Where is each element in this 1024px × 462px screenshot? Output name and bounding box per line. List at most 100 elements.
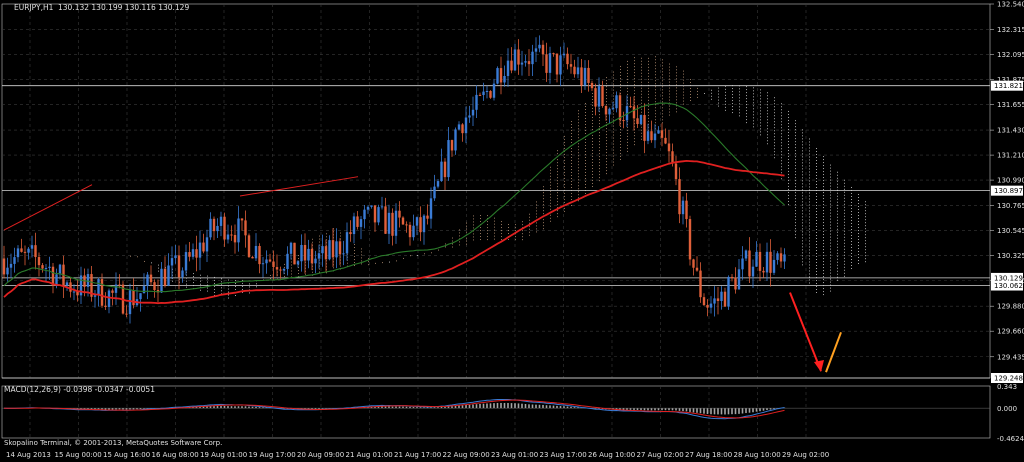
cloud-dot — [648, 75, 649, 77]
cloud-dot — [809, 243, 810, 245]
cloud-dot — [620, 89, 621, 91]
cloud-dot — [641, 138, 642, 140]
candle-body — [685, 200, 688, 220]
candle-body — [314, 258, 317, 264]
cloud-dot — [844, 257, 845, 259]
cloud-dot — [578, 128, 579, 130]
candle-body — [650, 131, 653, 141]
cloud-dot — [557, 168, 558, 170]
cloud-dot — [571, 181, 572, 183]
cloud-dot — [186, 286, 187, 288]
cloud-dot — [515, 236, 516, 238]
cloud-dot — [641, 81, 642, 83]
cloud-dot — [578, 146, 579, 148]
cloud-dot — [564, 198, 565, 200]
candle-body — [286, 253, 289, 269]
candle-body — [485, 90, 489, 92]
cloud-dot — [445, 246, 446, 248]
candle-body — [555, 53, 559, 75]
cloud-dot — [802, 240, 803, 242]
cloud-dot — [676, 93, 677, 95]
cloud-dot — [795, 132, 796, 134]
cloud-dot — [655, 113, 656, 115]
cloud-dot — [809, 153, 810, 155]
cloud-dot — [816, 231, 817, 233]
cloud-dot — [781, 124, 782, 126]
cloud-dot — [746, 86, 747, 88]
candle-body — [258, 245, 261, 265]
cloud-dot — [578, 182, 579, 184]
cloud-dot — [340, 232, 341, 234]
cloud-dot — [837, 177, 838, 179]
cloud-dot — [354, 244, 355, 246]
candle-body — [191, 249, 195, 257]
cloud-dot — [543, 222, 544, 224]
cloud-dot — [774, 136, 775, 138]
cloud-dot — [662, 107, 663, 109]
cloud-dot — [823, 201, 824, 203]
cloud-dot — [830, 245, 831, 247]
cloud-dot — [354, 247, 355, 249]
cloud-dot — [648, 99, 649, 101]
cloud-dot — [578, 194, 579, 196]
cloud-dot — [578, 164, 579, 166]
candle-body — [359, 219, 363, 227]
cloud-dot — [739, 109, 740, 111]
cloud-dot — [823, 198, 824, 200]
cloud-dot — [508, 229, 509, 231]
cloud-dot — [760, 98, 761, 100]
cloud-dot — [753, 99, 754, 101]
cloud-dot — [823, 294, 824, 296]
cloud-dot — [669, 96, 670, 98]
cloud-dot — [690, 78, 691, 80]
cloud-dot — [655, 71, 656, 73]
cloud-dot — [655, 89, 656, 91]
cloud-dot — [865, 222, 866, 224]
cloud-dot — [347, 262, 348, 264]
cloud-dot — [767, 92, 768, 94]
candle-body — [279, 269, 282, 271]
cloud-dot — [851, 186, 852, 188]
cloud-dot — [858, 247, 859, 249]
candle-body — [601, 86, 604, 106]
cloud-dot — [802, 237, 803, 239]
cloud-dot — [564, 144, 565, 146]
cloud-dot — [571, 148, 572, 150]
cloud-dot — [557, 159, 558, 161]
cloud-dot — [354, 265, 355, 267]
cloud-dot — [823, 225, 824, 227]
cloud-dot — [816, 288, 817, 290]
cloud-dot — [648, 108, 649, 110]
y-tick-label: 131.655 — [997, 101, 1024, 109]
cloud-dot — [851, 234, 852, 236]
cloud-dot — [844, 251, 845, 253]
cloud-dot — [662, 98, 663, 100]
candle-body — [408, 224, 412, 238]
cloud-dot — [683, 100, 684, 102]
cloud-dot — [487, 230, 488, 232]
cloud-dot — [487, 215, 488, 217]
cloud-dot — [830, 179, 831, 181]
cloud-dot — [676, 108, 677, 110]
cloud-dot — [809, 261, 810, 263]
cloud-dot — [823, 210, 824, 212]
cloud-dot — [613, 155, 614, 157]
cloud-dot — [760, 104, 761, 106]
candle-body — [2, 258, 6, 275]
cloud-dot — [585, 117, 586, 119]
cloud-dot — [571, 157, 572, 159]
cloud-dot — [571, 205, 572, 207]
cloud-dot — [578, 176, 579, 178]
cloud-dot — [830, 236, 831, 238]
candle-body — [254, 245, 258, 259]
cloud-dot — [200, 274, 201, 276]
cloud-dot — [662, 74, 663, 76]
cloud-dot — [781, 157, 782, 159]
cloud-dot — [795, 159, 796, 161]
cloud-dot — [613, 83, 614, 85]
cloud-dot — [634, 93, 635, 95]
cloud-dot — [515, 230, 516, 232]
cloud-dot — [809, 234, 810, 236]
cloud-dot — [739, 103, 740, 105]
candle-body — [653, 133, 657, 141]
